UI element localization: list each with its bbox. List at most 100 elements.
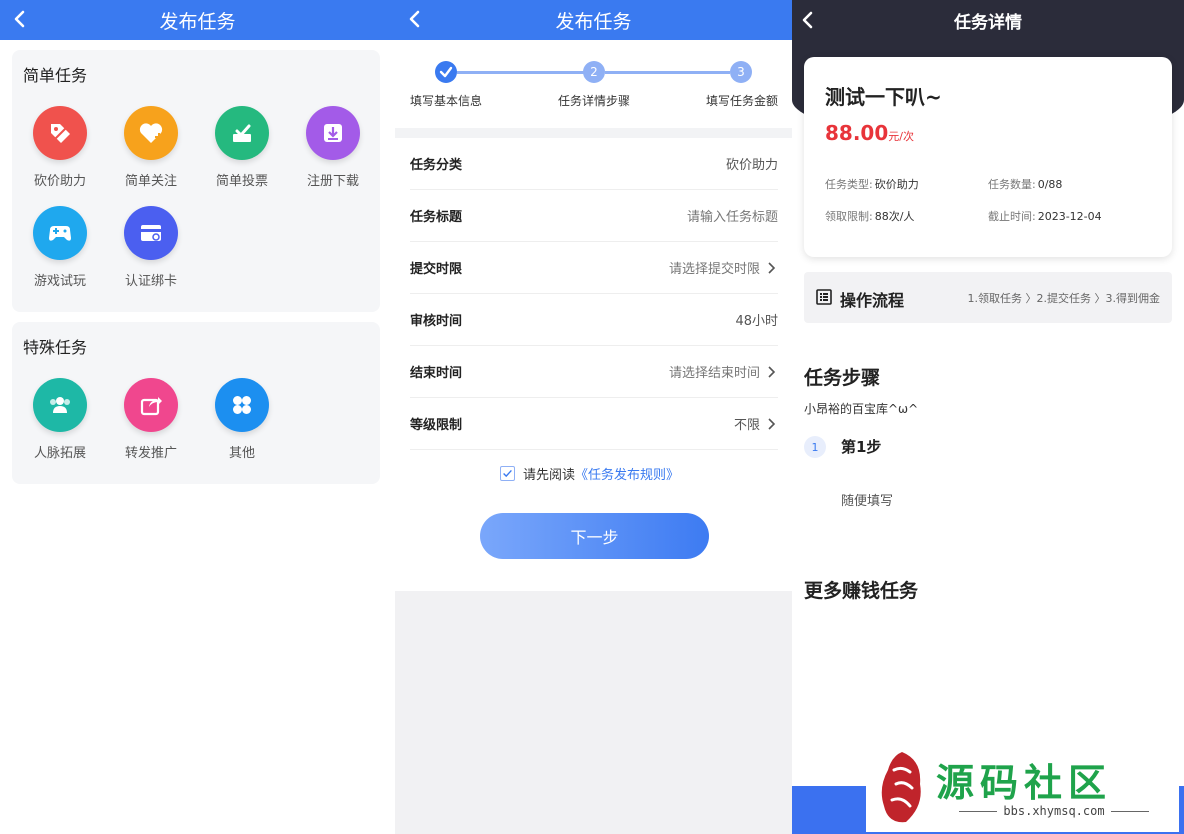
back-arrow-icon[interactable] xyxy=(796,8,820,32)
chevron-right-icon xyxy=(768,417,776,430)
field-label: 任务标题 xyxy=(410,210,463,225)
list-icon xyxy=(816,289,832,305)
clover-icon xyxy=(215,378,269,432)
download-icon xyxy=(306,106,360,160)
blank-area xyxy=(395,591,792,834)
task-type-share[interactable]: 转发推广 xyxy=(116,378,186,461)
publish-task-panel: 发布任务 简单任务 砍价助力 简单关注 简单投票 注册下载 游戏试玩 认证绑卡 … xyxy=(0,0,395,834)
task-type-label: 人脉拓展 xyxy=(33,446,86,461)
meta-value: 0/88 xyxy=(1037,178,1063,191)
agree-text: 请先阅读 xyxy=(523,468,576,483)
form-row-review-time[interactable]: 审核时间 48小时 xyxy=(410,294,778,346)
task-type-label: 注册下载 xyxy=(306,174,359,189)
task-summary-card: 测试一下叭~ 88.00元/次 任务类型: 砍价助力 任务数量: 0/88 领取限制… xyxy=(804,57,1172,257)
field-label: 审核时间 xyxy=(410,314,463,329)
vote-box-icon xyxy=(215,106,269,160)
more-tasks-heading: 更多赚钱任务 xyxy=(804,580,919,602)
field-value-wrap: 不限 xyxy=(734,414,778,433)
task-type-label: 砍价助力 xyxy=(33,174,86,189)
step-label: 填写任务金额 xyxy=(706,94,779,108)
task-type-other[interactable]: 其他 xyxy=(207,378,277,461)
header-bar: 发布任务 xyxy=(395,0,792,40)
step-connector xyxy=(457,71,585,74)
step-description: 随便填写 xyxy=(841,494,894,509)
meta-task-type: 任务类型: 砍价助力 xyxy=(825,176,919,192)
back-arrow-icon[interactable] xyxy=(403,7,427,31)
watermark-site-name: 源码社区 xyxy=(936,760,1113,805)
step-number-badge: 1 xyxy=(804,436,826,458)
task-price: 88.00元/次 xyxy=(825,121,914,145)
step-label: 任务详情步骤 xyxy=(558,94,631,108)
special-task-card: 特殊任务 人脉拓展 转发推广 其他 xyxy=(12,322,380,484)
form-row-title[interactable]: 任务标题 请输入任务标题 xyxy=(410,190,778,242)
page-title: 发布任务 xyxy=(159,10,236,33)
form-row-category[interactable]: 任务分类 砍价助力 xyxy=(410,138,778,190)
step-marker: 3 xyxy=(730,61,752,83)
gamepad-icon xyxy=(33,206,87,260)
section-heading: 特殊任务 xyxy=(23,338,88,357)
header-bar: 任务详情 xyxy=(792,0,1184,40)
progress-stepper: 2 3 填写基本信息 任务详情步骤 填写任务金额 xyxy=(395,40,792,128)
task-type-bargain[interactable]: 砍价助力 xyxy=(25,106,95,189)
meta-deadline: 截止时间: 2023-12-04 xyxy=(988,208,1102,224)
field-label: 等级限制 xyxy=(410,418,463,433)
section-heading: 简单任务 xyxy=(23,66,88,85)
agree-checkbox[interactable] xyxy=(500,466,515,481)
form-row-submit-limit[interactable]: 提交时限 请选择提交时限 xyxy=(410,242,778,294)
price-value: 88.00 xyxy=(825,121,889,145)
task-form-panel: 发布任务 2 3 填写基本信息 任务详情步骤 填写任务金额 任务分类 砍价助力 … xyxy=(395,0,792,834)
meta-label: 截止时间: xyxy=(988,210,1036,223)
task-type-network[interactable]: 人脉拓展 xyxy=(25,378,95,461)
step-complete-check-icon xyxy=(435,61,457,83)
field-value: 砍价助力 xyxy=(725,158,778,173)
field-value: 48小时 xyxy=(735,314,778,329)
task-type-bind-card[interactable]: 认证绑卡 xyxy=(116,206,186,289)
field-value-wrap: 请选择提交时限 xyxy=(669,258,778,277)
task-type-label: 简单关注 xyxy=(124,174,177,189)
form-row-level-limit[interactable]: 等级限制 不限 xyxy=(410,398,778,450)
task-title: 测试一下叭~ xyxy=(825,85,942,109)
price-unit: 元/次 xyxy=(888,130,914,143)
step-marker: 2 xyxy=(583,61,605,83)
check-icon xyxy=(503,469,512,478)
task-type-follow[interactable]: 简单关注 xyxy=(116,106,186,189)
field-value: 不限 xyxy=(733,418,760,433)
field-value: 请选择提交时限 xyxy=(668,262,760,277)
meta-value: 88次/人 xyxy=(874,210,915,223)
back-arrow-icon[interactable] xyxy=(8,7,32,31)
task-detail-panel: 任务详情 测试一下叭~ 88.00元/次 任务类型: 砍价助力 任务数量: 0/88… xyxy=(792,0,1184,834)
chevron-right-icon xyxy=(768,365,776,378)
operation-flow: 操作流程 1.领取任务 〉2.提交任务 〉3.得到佣金 xyxy=(804,272,1172,323)
rules-link[interactable]: 《任务发布规则》 xyxy=(575,464,679,483)
page-title: 任务详情 xyxy=(954,12,1022,33)
step-title: 第1步 xyxy=(841,438,882,456)
field-value-wrap: 请选择结束时间 xyxy=(669,362,778,381)
meta-task-count: 任务数量: 0/88 xyxy=(988,176,1062,192)
next-step-button[interactable]: 下一步 xyxy=(480,513,709,559)
meta-value: 2023-12-04 xyxy=(1037,210,1102,223)
field-value: 请选择结束时间 xyxy=(668,366,760,381)
task-steps-heading: 任务步骤 xyxy=(804,367,881,389)
title-input[interactable]: 请输入任务标题 xyxy=(687,206,778,225)
task-type-label: 游戏试玩 xyxy=(33,274,86,289)
field-label: 结束时间 xyxy=(410,366,463,381)
site-watermark: 源码社区 bbs.xhymsq.com xyxy=(866,746,1179,832)
price-tag-icon xyxy=(33,106,87,160)
meta-label: 任务类型: xyxy=(825,178,873,191)
step-connector xyxy=(605,71,730,74)
task-type-game[interactable]: 游戏试玩 xyxy=(25,206,95,289)
chevron-right-icon xyxy=(768,261,776,274)
meta-value: 砍价助力 xyxy=(874,178,919,191)
meta-claim-limit: 领取限制: 88次/人 xyxy=(825,208,914,224)
shop-name: 小昂裕的百宝库^ω^ xyxy=(804,402,919,416)
task-type-label: 简单投票 xyxy=(215,174,268,189)
header-bar: 发布任务 xyxy=(0,0,395,40)
step-label: 填写基本信息 xyxy=(410,94,483,108)
page-title: 发布任务 xyxy=(555,10,632,33)
task-type-vote[interactable]: 简单投票 xyxy=(207,106,277,189)
form-row-end-time[interactable]: 结束时间 请选择结束时间 xyxy=(410,346,778,398)
task-type-label: 转发推广 xyxy=(124,446,177,461)
task-type-label: 认证绑卡 xyxy=(124,274,177,289)
task-type-register[interactable]: 注册下载 xyxy=(298,106,368,189)
watermark-url: bbs.xhymsq.com xyxy=(934,804,1174,818)
